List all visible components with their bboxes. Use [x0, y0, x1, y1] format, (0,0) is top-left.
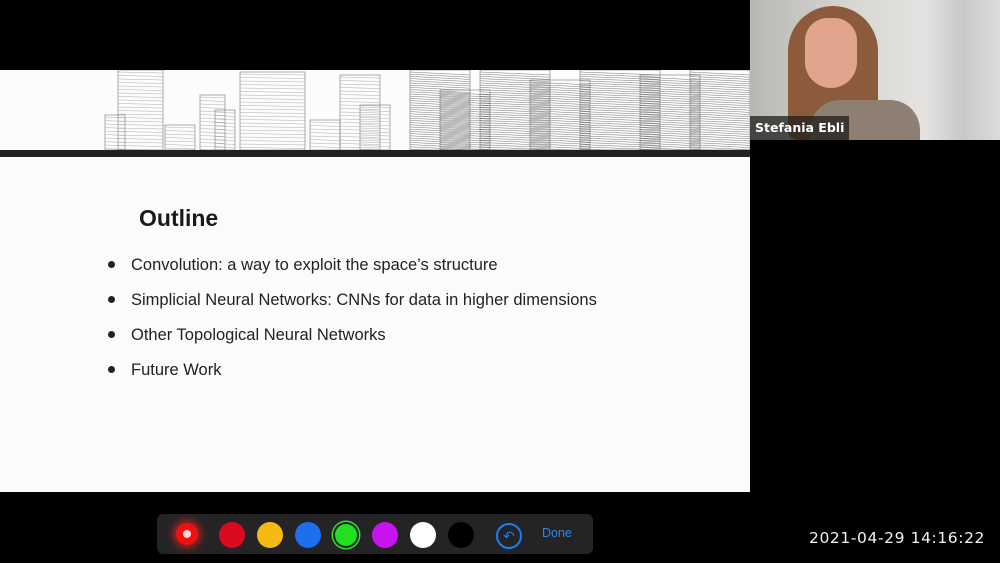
- building-outline: [214, 109, 236, 150]
- outline-list: Convolution: a way to exploit the space’…: [107, 256, 597, 396]
- slide-title: Outline: [139, 205, 219, 231]
- shared-slide: Outline Convolution: a way to exploit th…: [0, 70, 750, 492]
- participant-video-tile[interactable]: Stefania Ebli: [750, 0, 1000, 140]
- outline-item: Future Work: [107, 361, 597, 396]
- color-swatch-black[interactable]: [448, 522, 474, 548]
- color-swatch-white[interactable]: [410, 522, 436, 548]
- skyline-illustration: [104, 70, 750, 150]
- recording-timestamp: 2021-04-29 14:16:22: [809, 529, 986, 547]
- building-outline: [104, 114, 126, 150]
- outline-item: Simplicial Neural Networks: CNNs for dat…: [107, 291, 597, 326]
- laser-pointer-swatch[interactable]: [176, 523, 198, 545]
- building-outline: [359, 104, 391, 150]
- building-outline: [309, 119, 341, 150]
- building-outline: [199, 94, 226, 150]
- color-swatch-red[interactable]: [219, 522, 245, 548]
- building-outline: [164, 124, 196, 150]
- bullet-icon: [108, 261, 115, 268]
- bullet-icon: [108, 331, 115, 338]
- building-outline: [479, 70, 551, 150]
- annotation-toolbar: ↶ Done: [157, 514, 593, 554]
- done-button[interactable]: Done: [542, 526, 572, 540]
- participant-face: [805, 18, 857, 88]
- outline-item: Other Topological Neural Networks: [107, 326, 597, 361]
- color-swatch-purple[interactable]: [372, 522, 398, 548]
- color-swatch-green[interactable]: [335, 524, 357, 546]
- color-swatch-yellow[interactable]: [257, 522, 283, 548]
- building-outline: [639, 74, 701, 150]
- outline-item: Convolution: a way to exploit the space’…: [107, 256, 597, 291]
- bullet-icon: [108, 366, 115, 373]
- undo-icon[interactable]: ↶: [496, 523, 522, 549]
- banner-divider: [0, 150, 750, 157]
- participant-name-label: Stefania Ebli: [750, 116, 850, 140]
- bullet-icon: [108, 296, 115, 303]
- color-swatch-blue[interactable]: [295, 522, 321, 548]
- skyline-banner: [0, 70, 750, 150]
- building-outline: [239, 71, 306, 150]
- building-outline: [529, 79, 591, 150]
